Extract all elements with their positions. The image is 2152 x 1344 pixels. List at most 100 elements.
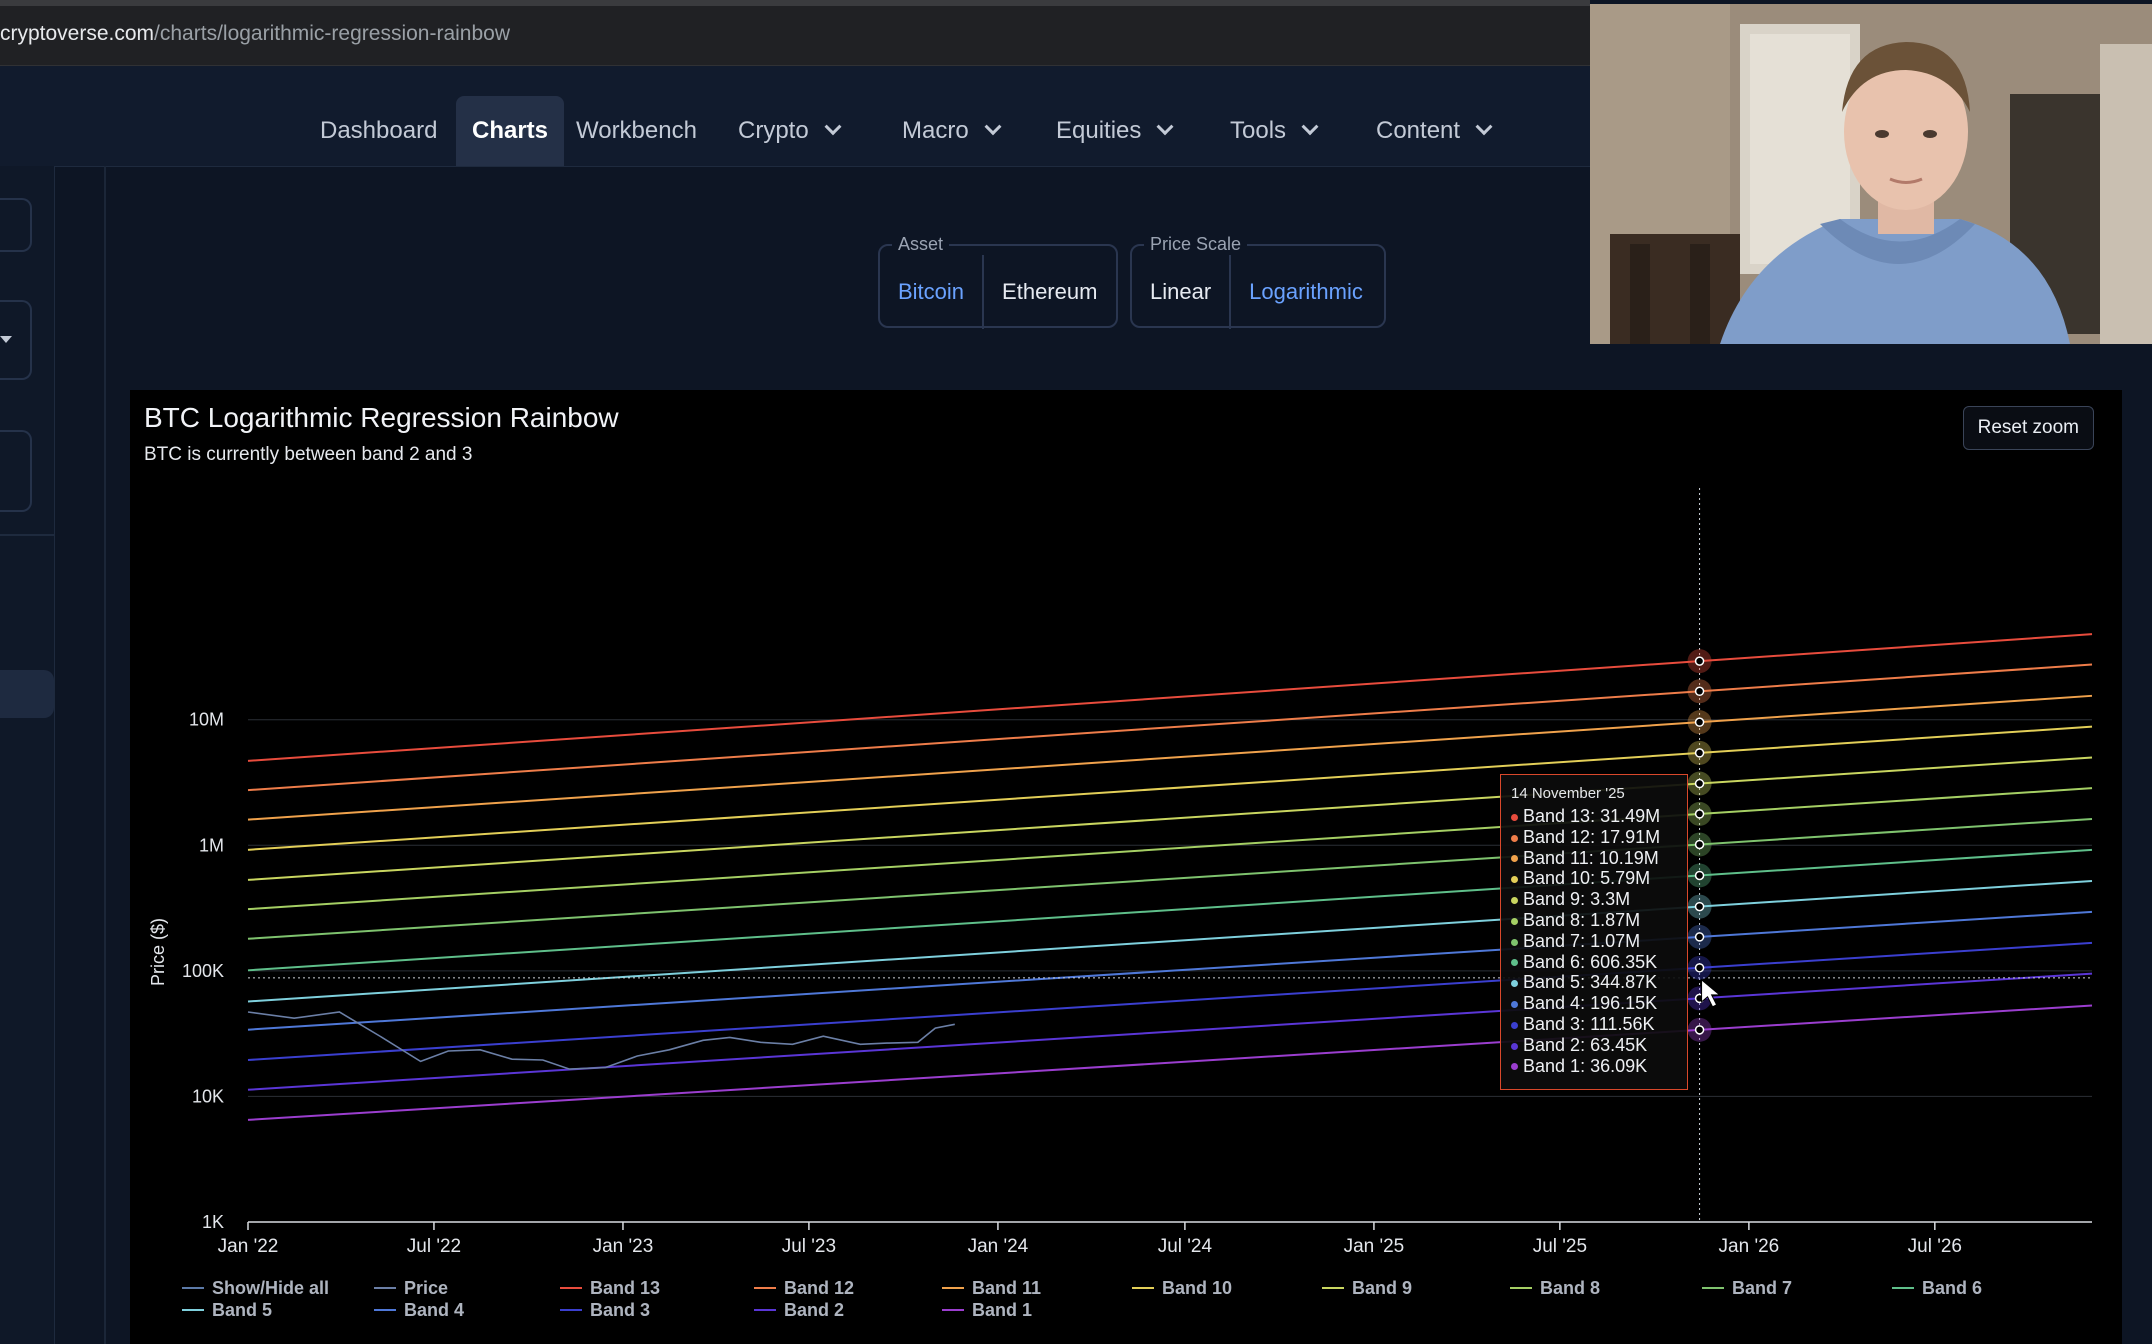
sidebar-panel[interactable] xyxy=(0,430,32,512)
nav-item-crypto[interactable]: Crypto xyxy=(722,96,855,166)
scale-option-logarithmic[interactable]: Logarithmic xyxy=(1231,255,1381,329)
hover-marker xyxy=(1694,870,1705,881)
hover-marker xyxy=(1694,1025,1705,1035)
band-line-band-3 xyxy=(247,941,2093,1062)
legend-item[interactable]: Band 4 xyxy=(404,1300,464,1320)
x-tick-label: Jul '25 xyxy=(1533,1236,1587,1257)
legend-item[interactable]: Band 1 xyxy=(972,1300,1032,1320)
scale-option-linear[interactable]: Linear xyxy=(1132,255,1232,329)
chevron-down-icon xyxy=(1301,118,1319,136)
asset-option-bitcoin[interactable]: Bitcoin xyxy=(880,255,985,329)
hover-marker xyxy=(1694,686,1705,697)
nav-item-dashboard[interactable]: Dashboard xyxy=(304,96,453,166)
tooltip-series-value: 63.45K xyxy=(1590,1034,1648,1055)
price-line xyxy=(247,1011,955,1070)
legend-item[interactable]: Band 3 xyxy=(590,1300,650,1320)
nav-item-label: Crypto xyxy=(738,117,809,144)
x-tick-label: Jan '23 xyxy=(593,1236,654,1257)
chevron-down-icon xyxy=(984,118,1002,136)
nav-item-label: Dashboard xyxy=(320,117,438,144)
hover-marker xyxy=(1694,748,1705,758)
band-line-band-12 xyxy=(247,663,2093,792)
nav-item-tools[interactable]: Tools xyxy=(1214,96,1332,166)
legend-item[interactable]: Band 13 xyxy=(590,1278,660,1298)
nav-item-label: Tools xyxy=(1230,117,1287,144)
y-tick-label: 1K xyxy=(202,1212,224,1232)
nav-item-content[interactable]: Content xyxy=(1360,96,1506,166)
sidebar-active-item[interactable] xyxy=(0,670,54,718)
tooltip-series-value: 1.87M xyxy=(1590,909,1641,930)
legend-item[interactable]: Band 6 xyxy=(1922,1278,1982,1298)
tooltip-series-dot xyxy=(1511,855,1518,863)
browser-url-bar[interactable]: cryptoverse.com/charts/logarithmic-regre… xyxy=(0,0,1590,66)
hover-marker xyxy=(1694,901,1705,912)
tooltip-series-value: 36.09K xyxy=(1590,1055,1648,1076)
legend-item[interactable]: Price xyxy=(404,1278,448,1298)
tooltip-row: Band 11: 10.19M xyxy=(1511,848,1687,869)
legend-item[interactable]: Band 10 xyxy=(1162,1278,1232,1298)
nav-item-label: Equities xyxy=(1056,117,1142,144)
nav-item-workbench[interactable]: Workbench xyxy=(560,96,713,166)
legend-item[interactable]: Band 7 xyxy=(1732,1278,1792,1298)
tooltip-series-name: Band 11 xyxy=(1523,847,1589,868)
legend-item[interactable]: Band 9 xyxy=(1352,1278,1412,1298)
tooltip-row: Band 12: 17.91M xyxy=(1511,827,1687,848)
sidebar-dropdown[interactable] xyxy=(0,300,32,380)
tooltip-series-name: Band 8 xyxy=(1523,909,1581,930)
legend-item[interactable]: Band 8 xyxy=(1540,1278,1600,1298)
sidebar-button[interactable] xyxy=(0,198,32,252)
tooltip-series-value: 5.79M xyxy=(1600,868,1651,889)
tooltip-series-value: 111.56K xyxy=(1590,1013,1655,1034)
legend-item[interactable]: Band 11 xyxy=(972,1278,1041,1298)
band-line-band-6 xyxy=(247,848,2093,972)
tooltip-series-value: 17.91M xyxy=(1600,826,1661,847)
tooltip-series-name: Band 1 xyxy=(1523,1055,1581,1076)
band-line-band-2 xyxy=(247,972,2093,1091)
tooltip-series-value: 3.3M xyxy=(1590,889,1631,910)
nav-item-macro[interactable]: Macro xyxy=(886,96,1015,166)
chevron-down-icon xyxy=(1156,118,1174,136)
y-tick-label: 100K xyxy=(182,961,224,981)
tooltip-series-dot xyxy=(1511,938,1518,946)
nav-item-equities[interactable]: Equities xyxy=(1040,96,1187,166)
tooltip-series-value: 606.35K xyxy=(1590,951,1658,972)
x-tick-label: Jul '26 xyxy=(1908,1236,1962,1257)
legend-item[interactable]: Show/Hide all xyxy=(212,1278,329,1298)
tooltip-row: Band 10: 5.79M xyxy=(1511,868,1687,889)
tooltip-series-dot xyxy=(1511,980,1518,988)
tooltip-series-name: Band 6 xyxy=(1523,951,1581,972)
tooltip-row: Band 8: 1.87M xyxy=(1511,910,1687,931)
asset-selector: Asset Bitcoin Ethereum xyxy=(878,234,1118,329)
tooltip-series-dot xyxy=(1511,1042,1518,1050)
sidebar-divider xyxy=(0,534,54,536)
band-line-band-5 xyxy=(247,879,2093,1003)
webcam-overlay xyxy=(1590,4,2152,344)
tooltip-series-name: Band 12 xyxy=(1523,826,1591,847)
x-tick-label: Jul '23 xyxy=(782,1236,836,1257)
nav-item-label: Workbench xyxy=(576,117,697,144)
tooltip-series-dot xyxy=(1511,876,1518,884)
tooltip-series-name: Band 4 xyxy=(1523,993,1581,1014)
reset-zoom-button[interactable]: Reset zoom xyxy=(1962,406,2094,450)
chart-subtitle: BTC is currently between band 2 and 3 xyxy=(144,444,473,465)
tooltip-series-dot xyxy=(1511,896,1518,904)
tooltip-series-name: Band 7 xyxy=(1523,930,1581,951)
nav-item-charts[interactable]: Charts xyxy=(456,96,565,166)
tooltip-row: Band 3: 111.56K xyxy=(1511,1014,1687,1035)
tooltip-series-dot xyxy=(1511,813,1518,821)
webcam-person-image xyxy=(1590,4,2152,344)
tooltip-series-name: Band 10 xyxy=(1523,868,1591,889)
y-tick-label: 10M xyxy=(189,710,224,730)
tooltip-row: Band 1: 36.09K xyxy=(1511,1056,1687,1077)
band-line-band-1 xyxy=(247,1004,2093,1121)
legend-item[interactable]: Band 2 xyxy=(784,1300,844,1320)
tooltip-series-name: Band 5 xyxy=(1523,972,1581,993)
tooltip-series-dot xyxy=(1511,917,1518,925)
legend-item[interactable]: Band 12 xyxy=(784,1278,854,1298)
url-text[interactable]: cryptoverse.com/charts/logarithmic-regre… xyxy=(0,22,510,46)
tooltip-row: Band 2: 63.45K xyxy=(1511,1035,1687,1056)
x-tick-label: Jan '24 xyxy=(968,1236,1029,1257)
legend-item[interactable]: Band 5 xyxy=(212,1300,272,1320)
chart-svg[interactable]: 1K 10K 100K 1M 10M Jan '22 Jul '22 Jan '23 Jul '… xyxy=(130,390,2122,1344)
asset-option-ethereum[interactable]: Ethereum xyxy=(984,255,1115,329)
